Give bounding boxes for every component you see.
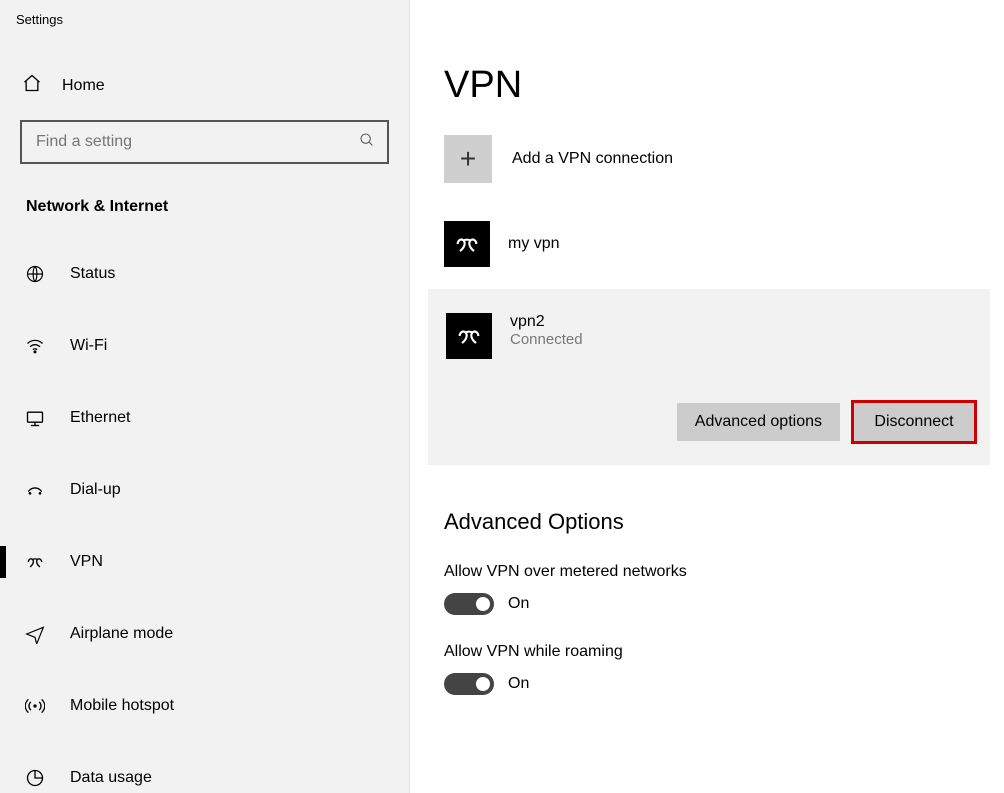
hotspot-icon bbox=[24, 696, 46, 716]
plus-icon: + bbox=[444, 135, 492, 183]
sidebar-item-airplane[interactable]: Airplane mode bbox=[0, 610, 409, 658]
option-label: Allow VPN over metered networks bbox=[444, 563, 1004, 581]
advanced-options-header: Advanced Options bbox=[410, 465, 1004, 535]
sidebar-item-dialup[interactable]: Dial-up bbox=[0, 466, 409, 514]
main-panel: VPN + Add a VPN connection my vpn bbox=[410, 0, 1004, 793]
wifi-icon bbox=[24, 336, 46, 356]
vpn-tile-icon bbox=[446, 313, 492, 359]
vpn-name: my vpn bbox=[508, 235, 560, 253]
sidebar-item-status[interactable]: Status bbox=[0, 250, 409, 298]
sidebar-item-hotspot[interactable]: Mobile hotspot bbox=[0, 682, 409, 730]
datausage-icon bbox=[24, 768, 46, 788]
option-metered: Allow VPN over metered networks On bbox=[410, 535, 1004, 615]
airplane-icon bbox=[24, 624, 46, 644]
vpn-connection-item[interactable]: my vpn bbox=[410, 211, 1004, 277]
nav-label: Airplane mode bbox=[70, 625, 173, 643]
nav-label: Status bbox=[70, 265, 115, 283]
option-label: Allow VPN while roaming bbox=[444, 643, 1004, 661]
vpn-status: Connected bbox=[510, 331, 583, 348]
home-link[interactable]: Home bbox=[0, 33, 409, 120]
category-header: Network & Internet bbox=[0, 164, 409, 216]
nav-label: Data usage bbox=[70, 769, 152, 787]
search-icon bbox=[359, 132, 375, 153]
vpn-icon bbox=[24, 552, 46, 572]
dialup-icon bbox=[24, 480, 46, 500]
vpn-name: vpn2 bbox=[510, 313, 583, 331]
search-input[interactable] bbox=[34, 132, 338, 152]
sidebar: Settings Home Network & Internet bbox=[0, 0, 410, 793]
window-title: Settings bbox=[0, 0, 409, 33]
toggle-state: On bbox=[508, 675, 529, 693]
add-vpn-label: Add a VPN connection bbox=[512, 150, 673, 168]
toggle-state: On bbox=[508, 595, 529, 613]
sidebar-item-datausage[interactable]: Data usage bbox=[0, 754, 409, 793]
sidebar-item-ethernet[interactable]: Ethernet bbox=[0, 394, 409, 442]
option-roaming: Allow VPN while roaming On bbox=[410, 615, 1004, 695]
vpn-connection-expanded: vpn2 Connected Advanced options Disconne… bbox=[428, 289, 990, 465]
toggle-metered[interactable] bbox=[444, 593, 494, 615]
globe-icon bbox=[24, 264, 46, 284]
home-label: Home bbox=[62, 77, 105, 95]
disconnect-button[interactable]: Disconnect bbox=[854, 403, 974, 441]
page-title: VPN bbox=[410, 0, 1004, 135]
toggle-roaming[interactable] bbox=[444, 673, 494, 695]
sidebar-item-wifi[interactable]: Wi-Fi bbox=[0, 322, 409, 370]
home-icon bbox=[22, 73, 42, 98]
nav-label: Wi-Fi bbox=[70, 337, 107, 355]
vpn-connection-item[interactable]: vpn2 Connected bbox=[444, 303, 974, 369]
vpn-tile-icon bbox=[444, 221, 490, 267]
advanced-options-button[interactable]: Advanced options bbox=[677, 403, 840, 441]
nav-label: VPN bbox=[70, 553, 103, 571]
nav-label: Mobile hotspot bbox=[70, 697, 174, 715]
sidebar-nav: Status Wi-Fi Ethernet bbox=[0, 250, 409, 793]
ethernet-icon bbox=[24, 408, 46, 428]
nav-label: Dial-up bbox=[70, 481, 121, 499]
search-box[interactable] bbox=[20, 120, 389, 164]
sidebar-item-vpn[interactable]: VPN bbox=[0, 538, 409, 586]
add-vpn-connection[interactable]: + Add a VPN connection bbox=[410, 135, 1004, 183]
nav-label: Ethernet bbox=[70, 409, 130, 427]
